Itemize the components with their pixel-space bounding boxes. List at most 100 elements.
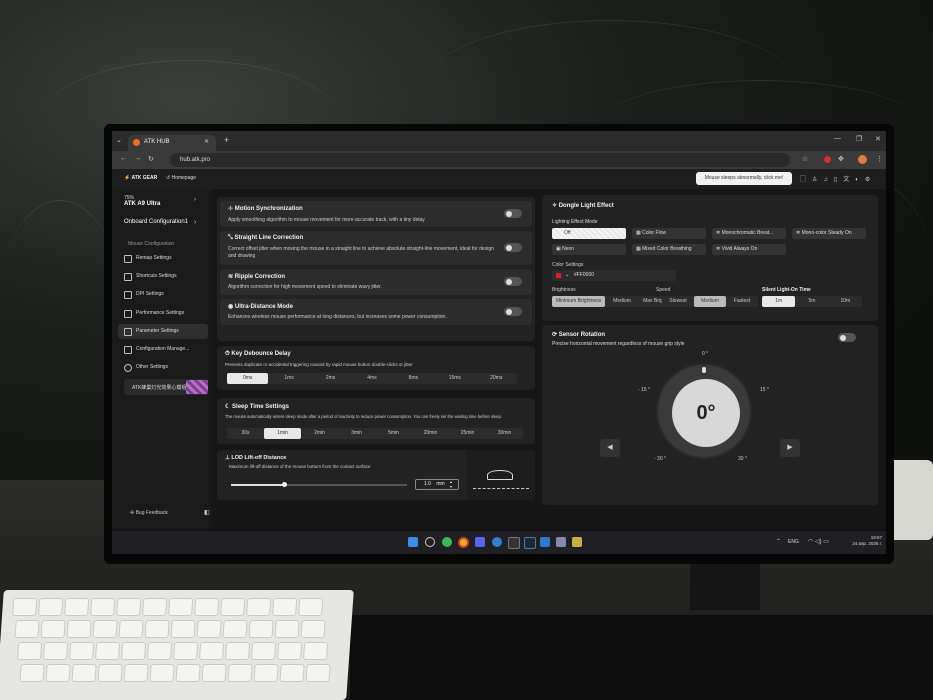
bug-feedback-link[interactable]: ✣ Bug Feedback — [130, 510, 168, 516]
rotate-right-button[interactable]: ▶ — [780, 439, 800, 457]
sleep-option-5min[interactable]: 5min — [375, 428, 412, 439]
stepper-icon[interactable]: ▴ ▾ — [450, 479, 452, 489]
app-icon-yellow[interactable] — [572, 537, 582, 547]
menu-icon[interactable]: ⋮ — [876, 155, 883, 163]
rotation-toggle[interactable] — [838, 333, 856, 342]
debounce-option-8ms[interactable]: 8ms — [393, 373, 434, 384]
sidebar-item-parameter[interactable]: Parameter Settings — [118, 324, 208, 339]
mode-mono-breathing-label: Monochromatic Breat... — [721, 230, 774, 236]
sidebar-item-dpi[interactable]: DPI Settings — [118, 287, 208, 302]
tray-chevron-icon[interactable]: ⌃ — [776, 538, 781, 545]
sleep-option-30s[interactable]: 30s — [227, 428, 264, 439]
mode-vivid-on[interactable]: ✲ Vivid Always On — [712, 244, 786, 255]
motion-sync-toggle[interactable] — [504, 209, 522, 218]
silent-5m[interactable]: 5m — [795, 296, 828, 307]
lod-slider-track[interactable] — [231, 482, 407, 487]
app-icon-blue[interactable] — [492, 537, 502, 547]
battery-icon[interactable]: ▯ — [834, 177, 843, 183]
sidebar-item-configuration[interactable]: Configuration Manage... — [118, 342, 208, 357]
mode-mixed-breathing[interactable]: ▦ Mixed Color Breathing — [632, 244, 706, 255]
speed-slowest[interactable]: Slowest — [662, 296, 694, 307]
debounce-option-2ms[interactable]: 2ms — [310, 373, 351, 384]
rotation-dial[interactable]: 0° — [656, 363, 752, 459]
silent-1m[interactable]: 1m — [762, 296, 796, 307]
app-icon-light[interactable] — [556, 537, 566, 547]
address-bar[interactable]: hub.atk.pro — [170, 153, 790, 167]
chrome-icon[interactable] — [458, 537, 469, 548]
lod-value-input[interactable]: 1.0 mm ▴ ▾ — [415, 479, 459, 490]
ultra-distance-toggle[interactable] — [504, 307, 522, 316]
theme-icon[interactable]: ◐ — [855, 177, 865, 183]
forward-icon[interactable]: → — [134, 155, 141, 162]
language-indicator[interactable]: ENG — [788, 539, 799, 545]
language-icon[interactable]: 文 — [843, 177, 855, 183]
sleep-option-25min[interactable]: 25min — [449, 428, 486, 439]
tab-list-icon[interactable]: ⌄ — [116, 136, 122, 144]
debounce-option-4ms[interactable]: 4ms — [351, 373, 392, 384]
sleep-option-30min[interactable]: 30min — [486, 428, 523, 439]
ripple-toggle[interactable] — [504, 277, 522, 286]
search-icon[interactable] — [425, 537, 435, 547]
sidebar-item-other[interactable]: Other Settings — [118, 360, 208, 375]
brand-logo[interactable]: ⚡ ATK GEAR — [124, 175, 157, 181]
browser-tab[interactable]: ATK HUB ✕ — [128, 135, 216, 151]
straight-line-toggle[interactable] — [504, 243, 522, 252]
sidebar-item-remap[interactable]: Remap Settings — [118, 251, 208, 266]
sleep-option-3min[interactable]: 3min — [338, 428, 375, 439]
lod-slider-thumb[interactable] — [281, 482, 287, 487]
mode-color-flow[interactable]: ▦ Color Flow — [632, 228, 706, 239]
back-icon[interactable]: ← — [120, 155, 127, 162]
sleep-notice-button[interactable]: Mouse sleeps abnormally, click me! — [696, 172, 792, 185]
app-icon-green[interactable] — [442, 537, 452, 547]
minimize-icon[interactable]: — — [834, 135, 841, 142]
sidebar-item-performance[interactable]: Performance Settings — [118, 306, 208, 321]
promo-banner[interactable]: ATK蜂巢灯光效果心模组 — [124, 379, 208, 395]
sleep-option-20min[interactable]: 20min — [412, 428, 449, 439]
shirt-icon[interactable]: ♙ — [812, 177, 823, 183]
silent-10m[interactable]: 10m — [829, 296, 862, 307]
debounce-option-0ms[interactable]: 0ms — [227, 373, 269, 384]
color-picker[interactable]: ⌄ #FF0000 — [552, 270, 676, 281]
app-icon-dark[interactable] — [508, 537, 520, 549]
discord-icon[interactable] — [475, 537, 485, 547]
clock[interactable]: 19:57 24 апр. 2026 г. — [832, 535, 882, 547]
reload-icon[interactable]: ↻ — [148, 155, 154, 163]
close-tab-icon[interactable]: ✕ — [204, 138, 209, 145]
vscode-icon[interactable] — [540, 537, 550, 547]
profile-avatar[interactable] — [858, 155, 867, 164]
rotate-left-button[interactable]: ◀ — [600, 439, 620, 457]
mode-mono-breathing[interactable]: ✲ Monochromatic Breat... — [712, 228, 786, 239]
settings-icon[interactable]: ⚙ — [865, 177, 876, 183]
sidebar-item-shortcuts[interactable]: Shortcuts Settings — [118, 269, 208, 284]
device-status[interactable]: 75% ATK A9 Ultra › — [124, 195, 208, 213]
collapse-sidebar-icon[interactable]: ◧ — [204, 509, 210, 516]
homepage-link[interactable]: ↺ Homepage — [166, 175, 196, 181]
onboard-config-selector[interactable]: Onboard Configuration1 › — [124, 219, 208, 229]
windows-start-icon[interactable] — [408, 537, 418, 547]
extension-icon[interactable] — [824, 156, 831, 163]
sleep-option-2min[interactable]: 2min — [301, 428, 338, 439]
sleep-option-1min[interactable]: 1min — [264, 428, 301, 439]
debounce-option-1ms[interactable]: 1ms — [268, 373, 309, 384]
brightness-medium[interactable]: Medium — [605, 296, 638, 307]
steam-icon[interactable] — [524, 537, 536, 549]
rotation-desc: Precise horizontal movement regardless o… — [552, 341, 685, 347]
close-window-icon[interactable]: ✕ — [875, 135, 881, 143]
star-icon[interactable]: ☆ — [802, 155, 808, 163]
new-tab-icon[interactable]: + — [224, 135, 229, 145]
puzzle-icon[interactable]: ✥ — [838, 155, 844, 163]
mode-neon[interactable]: ▣ Neon — [552, 244, 626, 255]
device-icon[interactable]: ▢ — [800, 177, 812, 183]
brightness-min[interactable]: Minimum Brightness — [552, 296, 606, 307]
debounce-option-20ms[interactable]: 20ms — [476, 373, 517, 384]
keyboard-icon — [124, 273, 132, 281]
browser-toolbar: ← → ↻ hub.atk.pro ☆ ✥ ⋮ — [112, 151, 886, 169]
debounce-option-15ms[interactable]: 15ms — [434, 373, 475, 384]
mode-off[interactable]: Off — [552, 228, 626, 239]
maximize-icon[interactable]: ❐ — [856, 135, 862, 143]
bell-icon[interactable]: ♫ — [823, 177, 834, 183]
speed-fastest[interactable]: Fastest — [726, 296, 758, 307]
tray-icons[interactable]: ◠ ◁) ▭ — [808, 538, 829, 545]
speed-medium[interactable]: Medium — [694, 296, 726, 307]
mode-mono-steady[interactable]: ✲ Mono-color Steady On — [792, 228, 866, 239]
